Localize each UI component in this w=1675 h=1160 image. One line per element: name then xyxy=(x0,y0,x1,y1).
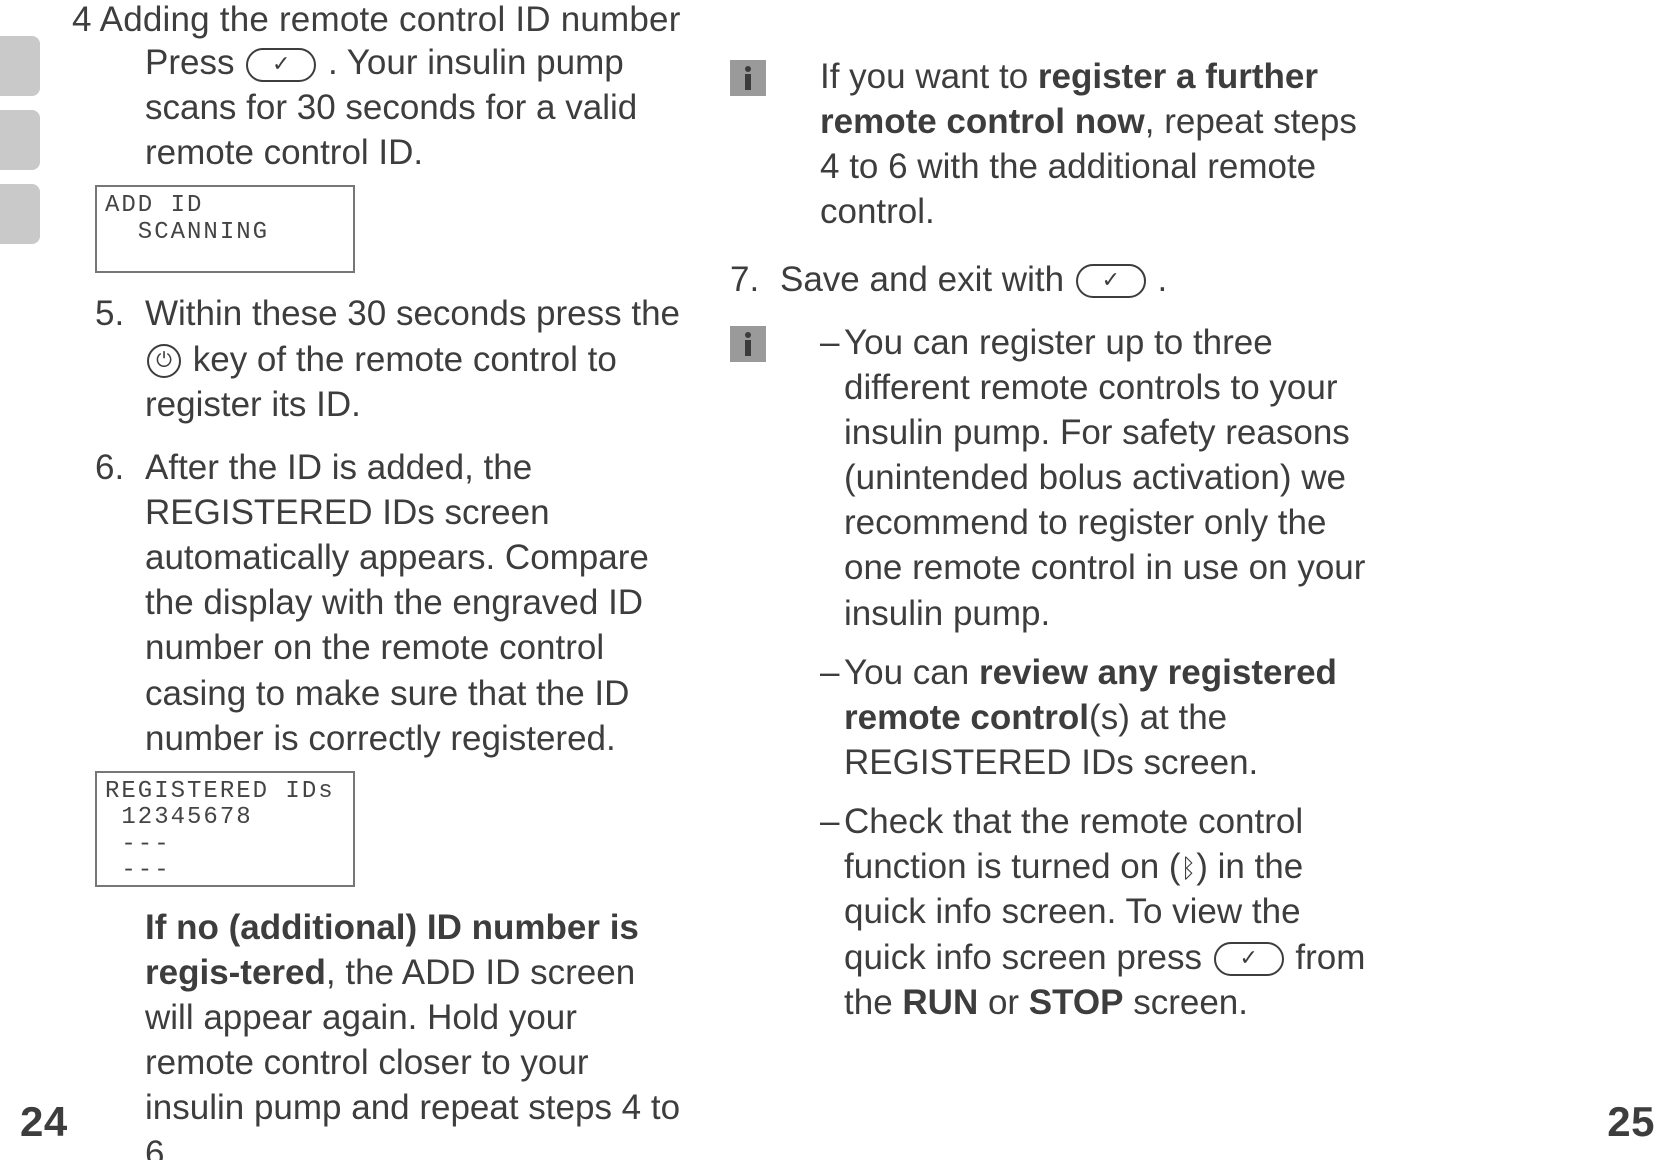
info-bullet-1: You can register up to three different r… xyxy=(770,320,1380,636)
step-number: 6. xyxy=(95,445,124,490)
step-number: 7. xyxy=(730,257,759,302)
text: screen. xyxy=(1123,983,1248,1022)
lcd-line: --- xyxy=(105,858,345,884)
text: Press xyxy=(145,43,244,82)
lcd-line: ADD ID xyxy=(105,193,345,219)
step4-body: Press ✓ . Your insulin pump scans for 30… xyxy=(95,40,685,175)
text: Save and exit with xyxy=(780,260,1074,299)
bluetooth-icon: ᛒ xyxy=(1181,855,1197,881)
text-bold: RUN xyxy=(902,983,978,1022)
lcd-line: SCANNING xyxy=(105,220,345,246)
text: You can xyxy=(844,653,979,692)
text: . xyxy=(1158,260,1168,299)
side-tab xyxy=(0,36,40,96)
info-note-register-further: If you want to register a further remote… xyxy=(770,54,1380,235)
text: Within these 30 seconds press the xyxy=(145,294,680,333)
info-bullet-2: You can review any registered remote con… xyxy=(770,650,1380,785)
step6: 6. After the ID is added, the REGISTERED… xyxy=(95,445,685,761)
text: After the ID is added, the REGISTERED ID… xyxy=(145,448,649,758)
step5: 5. Within these 30 seconds press the ⏻ k… xyxy=(95,291,685,426)
page-number-right: 25 xyxy=(1607,1098,1655,1146)
lcd-line: 12345678 xyxy=(105,805,345,831)
side-tab xyxy=(0,184,40,244)
info-icon xyxy=(730,60,766,96)
lcd-line: REGISTERED IDs xyxy=(105,779,345,805)
power-button-icon: ⏻ xyxy=(147,344,181,378)
lcd-line: --- xyxy=(105,832,345,858)
page-number-left: 24 xyxy=(20,1098,68,1146)
ok-button-icon: ✓ xyxy=(246,48,316,82)
info-bullet-3: Check that the remote control function i… xyxy=(770,799,1380,1025)
ok-button-icon: ✓ xyxy=(1076,264,1146,298)
step-number: 5. xyxy=(95,291,124,336)
lcd-screen-add-id: ADD ID SCANNING xyxy=(95,185,355,273)
text: key of the remote control to register it… xyxy=(145,340,617,424)
text-bold: STOP xyxy=(1029,983,1124,1022)
section-heading: 4 Adding the remote control ID number xyxy=(72,0,681,40)
text: If you want to xyxy=(820,57,1038,96)
info-icon xyxy=(730,326,766,362)
power-icon: ⏻ xyxy=(156,351,172,371)
text: or xyxy=(978,983,1029,1022)
check-icon: ✓ xyxy=(272,53,290,75)
lcd-screen-registered-ids: REGISTERED IDs 12345678 --- --- xyxy=(95,771,355,887)
ok-button-icon: ✓ xyxy=(1214,942,1284,976)
check-icon: ✓ xyxy=(1102,269,1120,291)
text: You can register up to three different r… xyxy=(844,323,1365,633)
side-tab xyxy=(0,110,40,170)
no-registration-note: If no (additional) ID number is regis-te… xyxy=(95,905,685,1160)
check-icon: ✓ xyxy=(1239,947,1257,969)
